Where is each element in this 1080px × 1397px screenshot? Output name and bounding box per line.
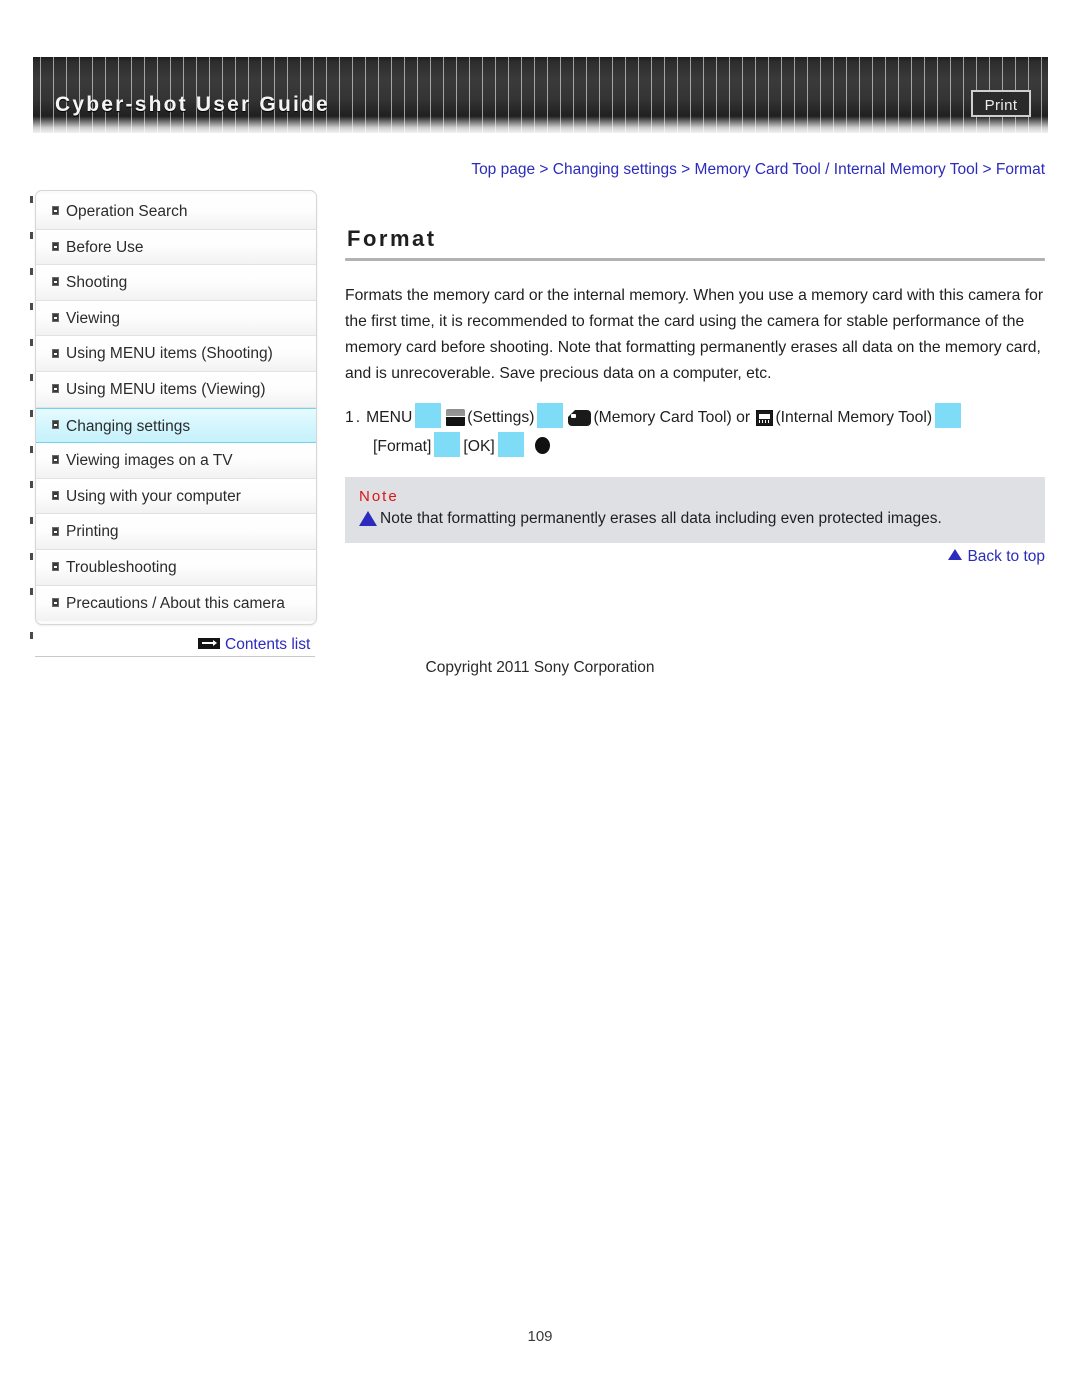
back-to-top-link[interactable]: Back to top [345,548,1045,566]
step-ok-label: [OK] [463,438,495,455]
main-content: Format Formats the memory card or the in… [345,226,1045,543]
steps-list: 1. MENU (Settings) (Memory Card Tool) or (I… [345,403,1045,461]
square-bullet-icon [52,526,59,536]
square-bullet-icon [52,420,59,430]
memory-card-tool-icon [568,410,592,426]
arrow-placeholder-icon [935,403,962,428]
step-internal-memory-tool-label: (Internal Memory Tool) [775,409,933,426]
arrow-placeholder-icon [415,403,442,428]
step-format-label: [Format] [373,438,432,455]
step-memory-card-tool-label: (Memory Card Tool) [593,409,732,426]
sidebar-item-label: Using MENU items (Shooting) [66,345,273,363]
sidebar-item-label: Viewing [66,309,121,327]
sidebar-item-before-use[interactable]: Before Use [36,229,316,266]
sidebar-item-label: Using MENU items (Viewing) [66,380,266,398]
triangle-up-icon [948,549,963,560]
sidebar-item-changing-settings[interactable]: Changing settings [36,407,316,444]
square-bullet-icon [52,206,59,216]
contents-list-link[interactable]: Contents list [198,636,310,654]
sidebar-item-using-menu-items-shooting[interactable]: Using MENU items (Shooting) [36,336,316,372]
square-bullet-icon [52,598,59,608]
step-settings-label: (Settings) [467,409,535,426]
arrow-placeholder-icon [434,432,461,457]
header-banner: Cyber-shot User Guide Print [33,57,1048,133]
sidebar-item-troubleshooting[interactable]: Troubleshooting [36,549,316,586]
note-box: Note Note that formatting permanently er… [345,477,1045,543]
breadcrumb-item-top-page[interactable]: Top page [471,161,535,178]
sidebar-item-label: Precautions / About this camera [66,594,285,612]
breadcrumb-item-changing-settings[interactable]: Changing settings [553,161,677,178]
square-bullet-icon [52,277,59,287]
sidebar-item-operation-search[interactable]: Operation Search [36,194,316,230]
breadcrumb-item-memory-card-tool[interactable]: Memory Card Tool / Internal Memory Tool [695,161,979,178]
sidebar-item-using-with-your-computer[interactable]: Using with your computer [36,478,316,515]
step-menu-label: MENU [366,409,413,426]
square-bullet-icon [52,348,59,358]
breadcrumb-separator: > [676,161,695,178]
step-row-1: 1. MENU (Settings) (Memory Card Tool) or (I… [345,403,1045,432]
sidebar-item-shooting[interactable]: Shooting [36,265,316,301]
sidebar-item-using-menu-items-viewing[interactable]: Using MENU items (Viewing) [36,371,316,408]
note-text-row: Note that formatting permanently erases … [359,508,1031,530]
sidebar-item-viewing[interactable]: Viewing [36,300,316,337]
title-divider [345,258,1045,261]
sidebar-item-label: Troubleshooting [66,558,177,576]
step-or-label: or [736,409,751,426]
contents-list-label: Contents list [225,636,311,653]
arrow-placeholder-icon [497,432,524,457]
breadcrumb: Top page > Changing settings > Memory Ca… [345,161,1045,179]
sidebar-item-printing[interactable]: Printing [36,514,316,550]
copyright-text: Copyright 2011 Sony Corporation [425,659,655,676]
arrow-placeholder-icon [537,403,564,428]
description-paragraph: Formats the memory card or the internal … [345,287,1044,382]
settings-icon [446,409,466,426]
square-bullet-icon [52,455,59,465]
breadcrumb-separator: > [535,161,553,178]
square-bullet-icon [52,491,59,501]
print-button[interactable]: Print [971,90,1031,117]
sidebar-item-label: Using with your computer [66,487,241,505]
square-bullet-icon [52,562,59,572]
page-title: Format [347,226,437,251]
sidebar-item-label: Printing [66,523,119,541]
square-bullet-icon [52,313,59,323]
note-triangle-icon [359,511,377,526]
sidebar-item-viewing-images-on-a-tv[interactable]: Viewing images on a TV [36,443,316,479]
sidebar-divider [35,656,315,657]
breadcrumb-item-format: Format [995,161,1045,178]
square-bullet-icon [52,384,59,394]
internal-memory-tool-icon [756,410,774,426]
sidebar-item-label: Changing settings [66,417,191,435]
sidebar-navigation: Operation Search Before Use Shooting Vie… [35,190,317,626]
sidebar-item-label: Shooting [66,274,128,292]
breadcrumb-separator: > [978,161,996,178]
contents-list-icon [198,638,220,650]
sidebar-item-label: Operation Search [66,203,188,220]
sidebar-item-label: Before Use [66,238,144,256]
sidebar-item-label: Viewing images on a TV [66,452,233,470]
sidebar-item-precautions-about-this-camera[interactable]: Precautions / About this camera [36,585,316,622]
shutter-button-icon [534,437,550,454]
step-number: 1. [345,409,363,426]
step-row-1-continued: [Format] [OK] [345,432,1045,461]
note-label: Note [359,488,399,505]
square-bullet-icon [52,241,59,251]
page-number: 109 [527,1328,553,1345]
note-text: Note that formatting permanently erases … [380,510,942,527]
back-to-top-label: Back to top [967,548,1045,565]
app-title: Cyber-shot User Guide [55,93,330,116]
